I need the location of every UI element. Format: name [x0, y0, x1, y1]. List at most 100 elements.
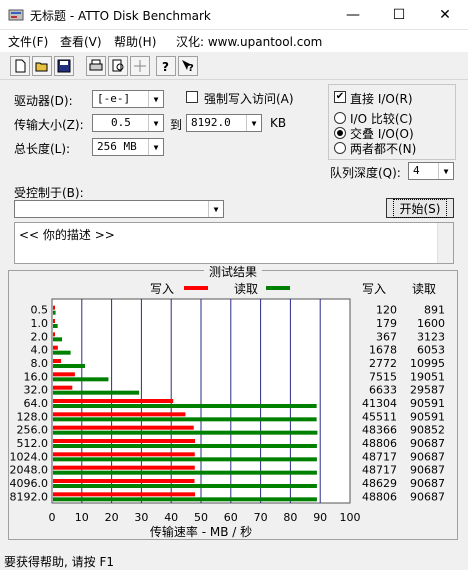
- chevron-down-icon: ▼: [246, 115, 261, 131]
- neither-radio[interactable]: [334, 142, 346, 154]
- write-value: 120: [376, 304, 397, 317]
- controlled-by-select[interactable]: ▼: [14, 200, 224, 218]
- y-tick-label: 2048.0: [10, 464, 49, 477]
- transfer-from-value: 0.5: [111, 116, 131, 129]
- write-bar: [53, 439, 196, 443]
- save-icon[interactable]: [54, 56, 74, 76]
- read-bar: [53, 350, 71, 355]
- transfer-to-label: 到: [170, 118, 183, 132]
- total-length-label: 总长度(L):: [14, 142, 71, 156]
- svg-text:?: ?: [162, 60, 169, 73]
- write-value: 48366: [362, 424, 397, 437]
- maximize-button[interactable]: ☐: [376, 0, 422, 30]
- open-folder-icon[interactable]: [32, 56, 52, 76]
- app-icon: [8, 7, 24, 23]
- x-tick-label: 30: [134, 511, 148, 524]
- read-value: 891: [424, 304, 445, 317]
- y-tick-label: 8192.0: [10, 490, 49, 503]
- legend-read-label: 读取: [234, 282, 258, 296]
- write-value: 7515: [369, 370, 397, 383]
- y-tick-label: 0.5: [31, 304, 49, 317]
- minimize-button[interactable]: —: [330, 0, 376, 30]
- menu-file[interactable]: 文件(F): [8, 33, 48, 50]
- chevron-down-icon: ▼: [208, 201, 223, 217]
- print-icon[interactable]: [86, 56, 106, 76]
- drive-label: 驱动器(D):: [14, 94, 73, 108]
- chevron-down-icon: ▼: [148, 115, 163, 131]
- description-text: << 你的描述 >>: [19, 228, 115, 242]
- menu-localization-credit: 汉化: www.upantool.com: [176, 35, 323, 49]
- description-textarea[interactable]: << 你的描述 >>: [14, 222, 454, 264]
- write-bar: [53, 479, 195, 483]
- write-value: 48806: [362, 490, 397, 503]
- close-button[interactable]: ✕: [422, 0, 468, 30]
- io-compare-radio[interactable]: [334, 112, 346, 124]
- force-write-checkbox[interactable]: [186, 91, 198, 103]
- read-value: 29587: [410, 384, 445, 397]
- menu-view[interactable]: 查看(V): [60, 33, 102, 50]
- write-bar: [53, 385, 73, 390]
- read-value: 90687: [410, 464, 445, 477]
- window-title: 无标题 - ATTO Disk Benchmark: [30, 9, 211, 23]
- context-help-icon[interactable]: ?: [178, 56, 198, 76]
- move-icon[interactable]: [130, 56, 150, 76]
- read-bar: [53, 324, 58, 328]
- help-icon[interactable]: ?: [156, 56, 176, 76]
- write-value: 48717: [362, 450, 397, 463]
- write-bar: [53, 425, 194, 430]
- y-tick-label: 1024.0: [10, 450, 49, 463]
- print-preview-icon[interactable]: [108, 56, 128, 76]
- y-tick-label: 32.0: [24, 384, 49, 397]
- y-tick-label: 256.0: [17, 424, 49, 437]
- write-value: 48717: [362, 464, 397, 477]
- x-tick-label: 90: [313, 511, 327, 524]
- read-bar: [53, 404, 317, 408]
- read-bar: [53, 444, 317, 448]
- transfer-to-select[interactable]: 8192.0 ▼: [186, 114, 262, 132]
- y-tick-label: 1.0: [31, 317, 49, 330]
- read-bar: [53, 364, 85, 368]
- queue-depth-select[interactable]: 4 ▼: [408, 162, 454, 180]
- new-file-icon[interactable]: [10, 56, 30, 76]
- overlapped-io-radio[interactable]: [334, 127, 346, 139]
- description-scrollbar[interactable]: [437, 223, 453, 263]
- write-bar: [53, 452, 195, 457]
- results-title: 测试结果: [209, 264, 257, 279]
- column-header-read: 读取: [412, 282, 436, 296]
- benchmark-chart: 测试结果写入 读取 写入 读取 0 10 20 30 40 50 60 70 80 90 100 传输速率 -…: [10, 264, 445, 539]
- total-length-select[interactable]: 256 MB ▼: [92, 138, 164, 156]
- write-value: 1678: [369, 344, 397, 357]
- write-value: 367: [376, 330, 397, 343]
- read-bar: [53, 470, 317, 475]
- direct-io-label: 直接 I/O(R): [350, 92, 413, 106]
- x-tick-label: 80: [283, 511, 297, 524]
- write-value: 179: [376, 317, 397, 330]
- read-bar: [53, 337, 63, 342]
- x-tick-label: 0: [49, 511, 56, 524]
- read-bar: [53, 310, 56, 315]
- transfer-unit: KB: [270, 116, 287, 130]
- queue-depth-value: 4: [413, 164, 420, 177]
- menu-help[interactable]: 帮助(H): [114, 33, 156, 50]
- read-value: 90687: [410, 437, 445, 450]
- read-value: 90591: [410, 410, 445, 423]
- read-value: 90687: [410, 477, 445, 490]
- read-bar: [53, 390, 140, 395]
- write-value: 48629: [362, 477, 397, 490]
- start-button[interactable]: 开始(S): [386, 198, 454, 218]
- write-bar: [53, 492, 196, 497]
- direct-io-checkbox[interactable]: ✔: [334, 91, 346, 103]
- y-tick-label: 8.0: [31, 357, 49, 370]
- write-bar: [53, 412, 186, 417]
- drive-select[interactable]: [-e-] ▼: [92, 90, 164, 108]
- read-value: 90591: [410, 397, 445, 410]
- x-tick-label: 20: [105, 511, 119, 524]
- y-tick-label: 128.0: [17, 410, 49, 423]
- force-write-label: 强制写入访问(A): [204, 92, 294, 106]
- status-text: 要获得帮助, 请按 F1: [4, 555, 114, 569]
- column-header-write: 写入: [362, 282, 386, 296]
- transfer-from-select[interactable]: 0.5 ▼: [92, 114, 164, 132]
- transfer-to-value: 8192.0: [191, 116, 231, 129]
- write-bar: [53, 305, 55, 310]
- read-value: 6053: [417, 344, 445, 357]
